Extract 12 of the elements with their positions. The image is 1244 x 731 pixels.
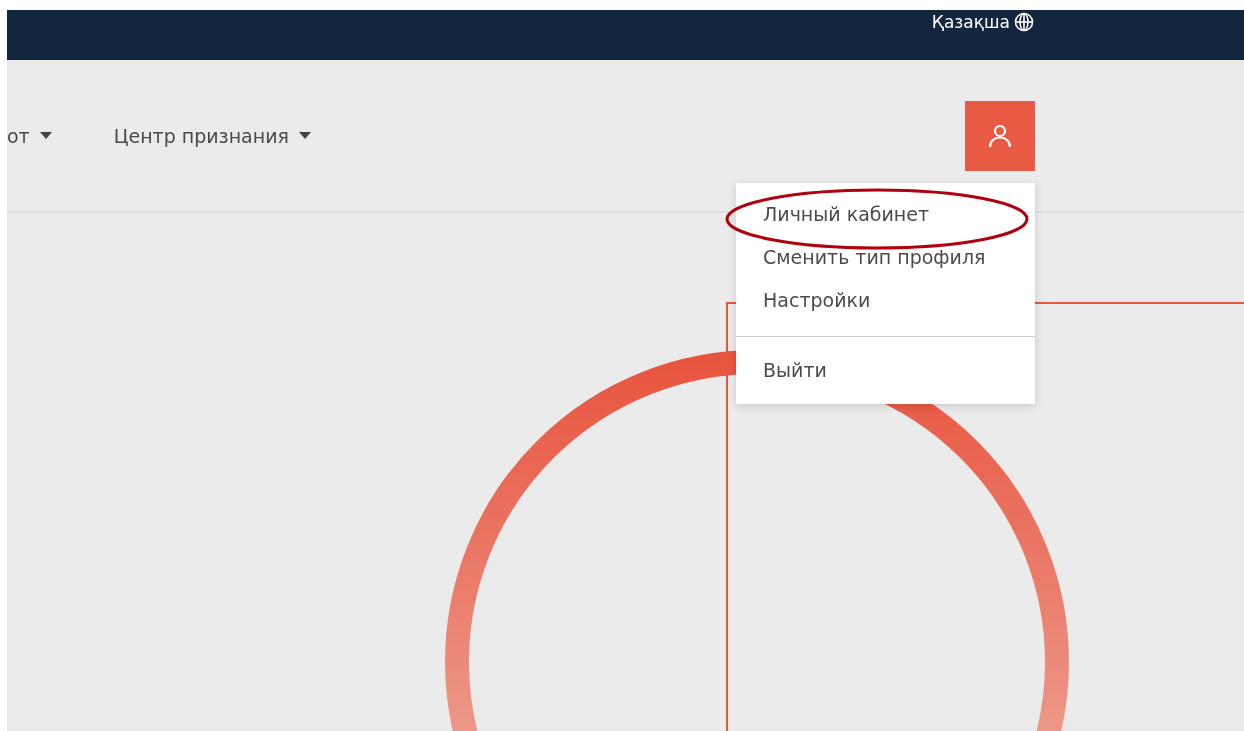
menu-item[interactable]: Выйти	[736, 349, 1035, 392]
nav-link[interactable]: Центр признания	[113, 124, 311, 147]
caret-icon	[298, 131, 311, 140]
nav-link[interactable]: от	[7, 124, 52, 147]
menu-item[interactable]: Сменить тип профиля	[736, 236, 1035, 279]
globe-icon	[1014, 12, 1034, 32]
menu-item[interactable]: Личный кабинет	[736, 193, 1035, 236]
menu-item[interactable]: Настройки	[736, 279, 1035, 322]
profile-button[interactable]	[965, 101, 1035, 171]
language-link[interactable]: Қазақша	[931, 12, 1034, 32]
caret-icon	[39, 131, 52, 140]
user-icon	[987, 123, 1013, 149]
